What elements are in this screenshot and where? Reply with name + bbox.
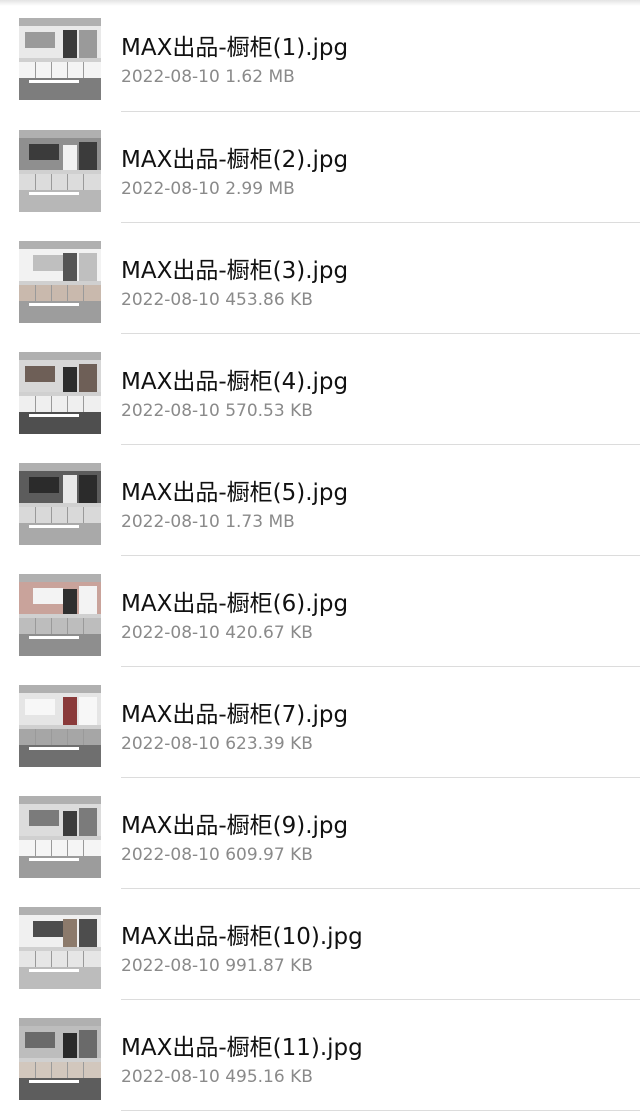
file-list: MAX出品-橱柜(1).jpg 2022-08-10 1.62 MB MAX出品… [0,0,640,1111]
kitchen-photo-icon[interactable] [19,907,101,989]
file-meta: 2022-08-10 453.86 KB [121,288,313,312]
file-row[interactable]: MAX出品-橱柜(2).jpg 2022-08-10 2.99 MB [0,112,640,223]
file-size: 570.53 KB [225,401,313,421]
file-date: 2022-08-10 [121,67,220,87]
file-date: 2022-08-10 [121,956,220,976]
file-date: 2022-08-10 [121,623,220,643]
file-date: 2022-08-10 [121,401,220,421]
file-name: MAX出品-橱柜(11).jpg [121,1035,363,1061]
file-meta: 2022-08-10 495.16 KB [121,1065,313,1089]
file-name: MAX出品-橱柜(5).jpg [121,480,349,506]
kitchen-photo-icon[interactable] [19,1018,101,1100]
file-size: 2.99 MB [225,179,295,199]
file-date: 2022-08-10 [121,734,220,754]
file-row[interactable]: MAX出品-橱柜(3).jpg 2022-08-10 453.86 KB [0,223,640,334]
kitchen-photo-icon[interactable] [19,18,101,100]
kitchen-photo-icon[interactable] [19,463,101,545]
file-meta: 2022-08-10 609.97 KB [121,843,313,867]
file-row[interactable]: MAX出品-橱柜(4).jpg 2022-08-10 570.53 KB [0,334,640,445]
kitchen-photo-icon[interactable] [19,574,101,656]
file-size: 420.67 KB [225,623,313,643]
kitchen-photo-icon[interactable] [19,685,101,767]
file-date: 2022-08-10 [121,512,220,532]
file-row[interactable]: MAX出品-橱柜(11).jpg 2022-08-10 495.16 KB [0,1000,640,1111]
file-date: 2022-08-10 [121,179,220,199]
kitchen-photo-icon[interactable] [19,796,101,878]
file-name: MAX出品-橱柜(1).jpg [121,35,349,61]
file-size: 495.16 KB [225,1067,313,1087]
file-name: MAX出品-橱柜(9).jpg [121,813,349,839]
file-row[interactable]: MAX出品-橱柜(1).jpg 2022-08-10 1.62 MB [0,0,640,112]
file-size: 1.62 MB [225,67,295,87]
kitchen-photo-icon[interactable] [19,352,101,434]
file-name: MAX出品-橱柜(3).jpg [121,258,349,284]
file-name: MAX出品-橱柜(10).jpg [121,924,363,950]
file-name: MAX出品-橱柜(4).jpg [121,369,349,395]
file-meta: 2022-08-10 991.87 KB [121,954,313,978]
file-name: MAX出品-橱柜(2).jpg [121,147,349,173]
file-name: MAX出品-橱柜(7).jpg [121,702,349,728]
file-date: 2022-08-10 [121,290,220,310]
file-meta: 2022-08-10 1.73 MB [121,510,295,534]
file-date: 2022-08-10 [121,1067,220,1087]
file-meta: 2022-08-10 2.99 MB [121,177,295,201]
file-row[interactable]: MAX出品-橱柜(9).jpg 2022-08-10 609.97 KB [0,778,640,889]
file-size: 609.97 KB [225,845,313,865]
file-size: 453.86 KB [225,290,313,310]
file-row[interactable]: MAX出品-橱柜(6).jpg 2022-08-10 420.67 KB [0,556,640,667]
file-name: MAX出品-橱柜(6).jpg [121,591,349,617]
file-meta: 2022-08-10 420.67 KB [121,621,313,645]
file-date: 2022-08-10 [121,845,220,865]
file-size: 1.73 MB [225,512,295,532]
file-row[interactable]: MAX出品-橱柜(10).jpg 2022-08-10 991.87 KB [0,889,640,1000]
file-row[interactable]: MAX出品-橱柜(7).jpg 2022-08-10 623.39 KB [0,667,640,778]
file-size: 991.87 KB [225,956,313,976]
file-meta: 2022-08-10 570.53 KB [121,399,313,423]
file-row[interactable]: MAX出品-橱柜(5).jpg 2022-08-10 1.73 MB [0,445,640,556]
kitchen-photo-icon[interactable] [19,241,101,323]
kitchen-photo-icon[interactable] [19,130,101,212]
file-meta: 2022-08-10 1.62 MB [121,65,295,89]
file-size: 623.39 KB [225,734,313,754]
file-meta: 2022-08-10 623.39 KB [121,732,313,756]
